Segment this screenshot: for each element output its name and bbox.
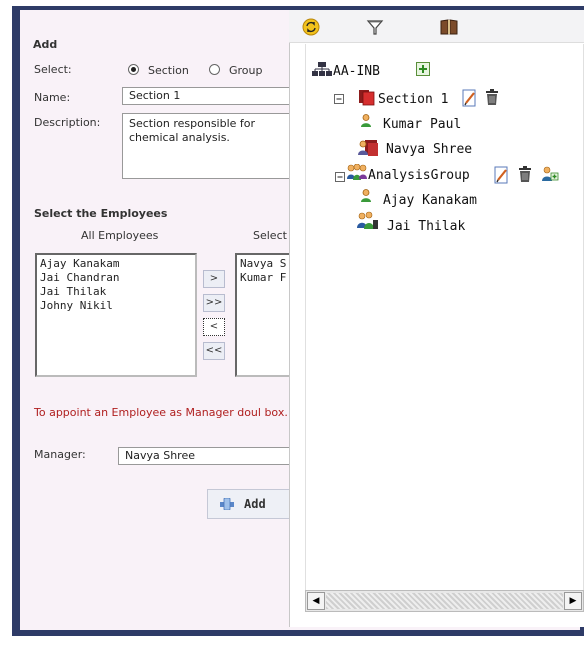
list-item[interactable]: Jai Chandran (40, 271, 192, 285)
add-node-icon[interactable] (416, 62, 430, 76)
add-button-label: Add (244, 497, 266, 511)
list-item[interactable]: Johny Nikil (40, 299, 192, 313)
refresh-icon[interactable] (302, 18, 320, 36)
organization-icon (312, 62, 332, 76)
manager-note: To appoint an Employee as Manager doul b… (34, 406, 288, 419)
all-employees-label: All Employees (81, 229, 159, 242)
tree-section-label[interactable]: Section 1 (378, 92, 448, 107)
manager-icon (358, 140, 378, 156)
user-icon (361, 114, 371, 127)
scroll-track[interactable] (326, 593, 563, 609)
book-icon[interactable] (439, 18, 459, 36)
list-item[interactable]: Kumar F (240, 271, 290, 285)
tree-member-label[interactable]: Kumar Paul (383, 117, 461, 132)
edit-icon[interactable] (462, 89, 478, 107)
tree-toolbar (289, 10, 584, 43)
manager-field[interactable]: Navya Shree (118, 447, 292, 465)
group-manager-icon (357, 211, 378, 229)
description-field[interactable]: Section responsible for chemical analysi… (122, 113, 292, 179)
manager-label: Manager: (34, 448, 86, 461)
tree-group-label[interactable]: AnalysisGroup (368, 168, 470, 183)
employees-heading: Select the Employees (34, 207, 168, 220)
radio-section-label: Section (148, 64, 189, 77)
radio-section[interactable] (128, 64, 139, 75)
section-icon (359, 90, 375, 106)
add-member-icon[interactable] (541, 166, 559, 183)
selected-employees-list[interactable]: Navya S Kumar F (235, 253, 295, 377)
tree-member-label[interactable]: Navya Shree (386, 142, 472, 157)
scroll-left-icon[interactable]: ◀ (307, 592, 325, 610)
radio-group[interactable] (209, 64, 220, 75)
add-icon (220, 498, 234, 510)
horizontal-scrollbar[interactable]: ◀ ▶ (305, 590, 584, 612)
name-label: Name: (34, 91, 71, 104)
move-right-button[interactable]: > (203, 270, 225, 288)
add-button[interactable]: Add (207, 489, 291, 519)
tree-root-label[interactable]: AA-INB (333, 64, 380, 79)
list-item[interactable]: Navya S (240, 257, 290, 271)
group-icon (347, 164, 367, 180)
list-item[interactable]: Jai Thilak (40, 285, 192, 299)
description-label: Description: (34, 116, 101, 129)
delete-icon[interactable] (485, 89, 499, 106)
delete-icon[interactable] (518, 166, 532, 183)
select-label: Select: (34, 63, 72, 76)
filter-icon[interactable] (366, 18, 384, 36)
user-icon (361, 189, 371, 202)
move-left-button[interactable]: < (203, 318, 225, 336)
tree-member-label[interactable]: Jai Thilak (387, 219, 465, 234)
move-all-right-button[interactable]: >> (203, 294, 225, 312)
scroll-right-icon[interactable]: ▶ (564, 592, 582, 610)
collapse-icon[interactable] (334, 94, 344, 104)
all-employees-list[interactable]: Ajay Kanakam Jai Chandran Jai Thilak Joh… (35, 253, 197, 377)
selected-employees-label: Select (253, 229, 287, 242)
name-field[interactable]: Section 1 (122, 87, 292, 105)
form-title: Add (33, 38, 58, 51)
tree-member-label[interactable]: Ajay Kanakam (383, 193, 477, 208)
radio-group-label: Group (229, 64, 263, 77)
move-all-left-button[interactable]: << (203, 342, 225, 360)
list-item[interactable]: Ajay Kanakam (40, 257, 192, 271)
collapse-icon[interactable] (335, 172, 345, 182)
edit-icon[interactable] (494, 166, 510, 184)
